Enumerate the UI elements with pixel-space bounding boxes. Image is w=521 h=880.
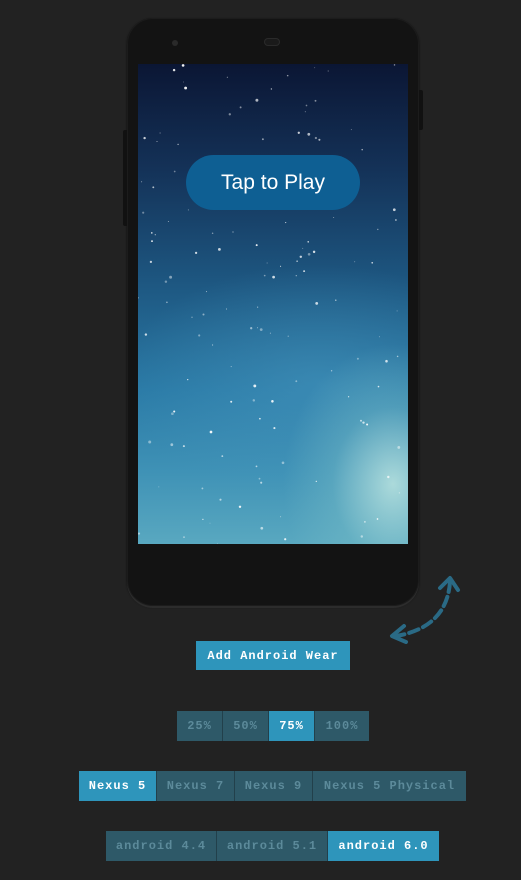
- device-frame-edge: [127, 560, 419, 606]
- device-option-nexus-5[interactable]: Nexus 5: [79, 771, 157, 801]
- rotate-arrow-icon[interactable]: [384, 572, 464, 644]
- scale-option-50[interactable]: 50%: [223, 711, 269, 741]
- starfield-wallpaper: [138, 64, 401, 544]
- scale-option-100[interactable]: 100%: [315, 711, 369, 741]
- power-button: [419, 90, 423, 130]
- earpiece-speaker: [264, 38, 280, 46]
- version-option-6-0[interactable]: android 6.0: [328, 831, 439, 861]
- add-android-wear-button[interactable]: Add Android Wear: [196, 641, 350, 670]
- scale-option-75[interactable]: 75%: [269, 711, 315, 741]
- volume-button: [123, 130, 127, 226]
- tap-to-play-button[interactable]: Tap to Play: [186, 155, 360, 210]
- scale-option-25[interactable]: 25%: [177, 711, 223, 741]
- device-option-nexus-9[interactable]: Nexus 9: [235, 771, 313, 801]
- version-option-5-1[interactable]: android 5.1: [217, 831, 328, 861]
- device-screen[interactable]: [138, 64, 408, 544]
- android-version-selector: android 4.4 android 5.1 android 6.0: [106, 831, 439, 861]
- scale-selector: 25% 50% 75% 100%: [177, 711, 369, 741]
- device-option-nexus-7[interactable]: Nexus 7: [157, 771, 235, 801]
- version-option-4-4[interactable]: android 4.4: [106, 831, 217, 861]
- device-option-nexus-5-physical[interactable]: Nexus 5 Physical: [313, 771, 466, 801]
- sensor-dot: [172, 40, 178, 46]
- device-selector: Nexus 5 Nexus 7 Nexus 9 Nexus 5 Physical: [79, 771, 466, 801]
